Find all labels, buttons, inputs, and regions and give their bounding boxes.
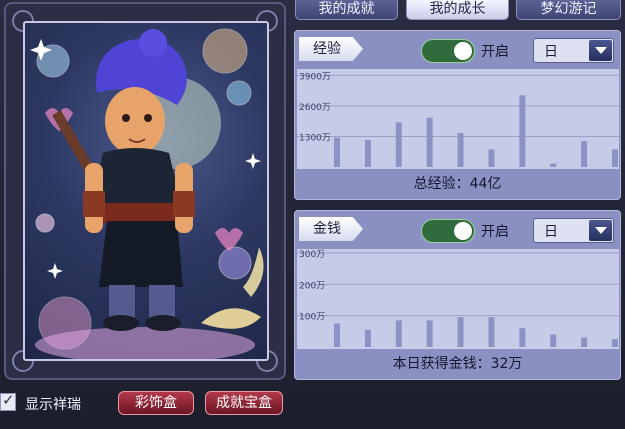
bar (426, 320, 433, 347)
chevron-down-icon[interactable] (589, 220, 612, 241)
experience-period-select[interactable]: 日 (533, 38, 614, 63)
tab-fantasy-journal[interactable]: 梦幻游记 (516, 0, 621, 20)
y-tick-label: 1300万 (299, 133, 331, 143)
chevron-down-icon[interactable] (589, 40, 612, 61)
money-toggle-label: 开启 (481, 224, 509, 240)
experience-header: 经验 开启 日 (295, 31, 620, 67)
experience-period-value: 日 (544, 44, 558, 60)
experience-tag: 经验 (299, 37, 363, 61)
bar (550, 334, 557, 347)
y-tick-label: 300万 (299, 250, 325, 260)
experience-toggle-label: 开启 (481, 44, 509, 60)
bar (581, 337, 588, 347)
bar (334, 323, 340, 347)
bar (612, 149, 618, 167)
character-illustration (30, 28, 264, 359)
bar (395, 122, 402, 167)
toggle-knob (454, 222, 472, 240)
experience-total: 总经验：44亿 (413, 176, 502, 192)
bar (457, 132, 464, 167)
bar (519, 328, 526, 347)
bar (488, 149, 495, 167)
tab-my-achievements[interactable]: 我的成就 (295, 0, 398, 20)
tab-my-growth[interactable]: 我的成长 (406, 0, 509, 20)
bar (550, 163, 557, 167)
bar (364, 329, 371, 347)
money-chart: 100万 200万 300万 (297, 249, 619, 349)
money-period-value: 日 (544, 224, 558, 240)
y-tick-label: 100万 (299, 313, 325, 323)
bar (612, 339, 618, 347)
money-header: 金钱 开启 日 (295, 211, 620, 247)
character-frame (4, 2, 286, 380)
money-total: 本日获得金钱：32万 (392, 356, 523, 372)
money-chart-svg: 100万 200万 300万 (297, 250, 619, 347)
achievement-box-button[interactable]: 成就宝盒 (205, 391, 283, 415)
bar (581, 141, 588, 167)
money-tag: 金钱 (299, 217, 363, 241)
show-auspicious-label: 显示祥瑞 (25, 397, 81, 413)
show-auspicious-checkbox[interactable] (0, 391, 16, 411)
y-tick-label: 3900万 (299, 72, 331, 82)
money-period-select[interactable]: 日 (533, 218, 614, 243)
character-portrait (23, 21, 269, 361)
toggle-knob (454, 42, 472, 60)
experience-panel: 经验 开启 日 1300万 2600万 3900万 总经验：44亿 (294, 30, 621, 200)
experience-chart: 1300万 2600万 3900万 (297, 69, 619, 169)
money-toggle[interactable] (421, 219, 475, 243)
y-tick-label: 200万 (299, 281, 325, 291)
bar (334, 137, 340, 167)
bar (395, 320, 402, 347)
y-tick-label: 2600万 (299, 103, 331, 113)
bar (488, 317, 495, 347)
experience-chart-svg: 1300万 2600万 3900万 (297, 72, 619, 167)
bar (426, 117, 433, 167)
bar (364, 139, 371, 167)
money-panel: 金钱 开启 日 100万 200万 300万 本日获得金钱：32万 (294, 210, 621, 380)
experience-toggle[interactable] (421, 39, 475, 63)
bar (519, 95, 526, 167)
ornament-box-button[interactable]: 彩饰盒 (118, 391, 194, 415)
bar (457, 317, 464, 347)
bottom-bar: 显示祥瑞 彩饰盒 成就宝盒 (0, 385, 625, 429)
growth-window: 我的成就 我的成长 梦幻游记 经验 开启 日 1300万 2600万 3900万 总… (0, 0, 625, 429)
